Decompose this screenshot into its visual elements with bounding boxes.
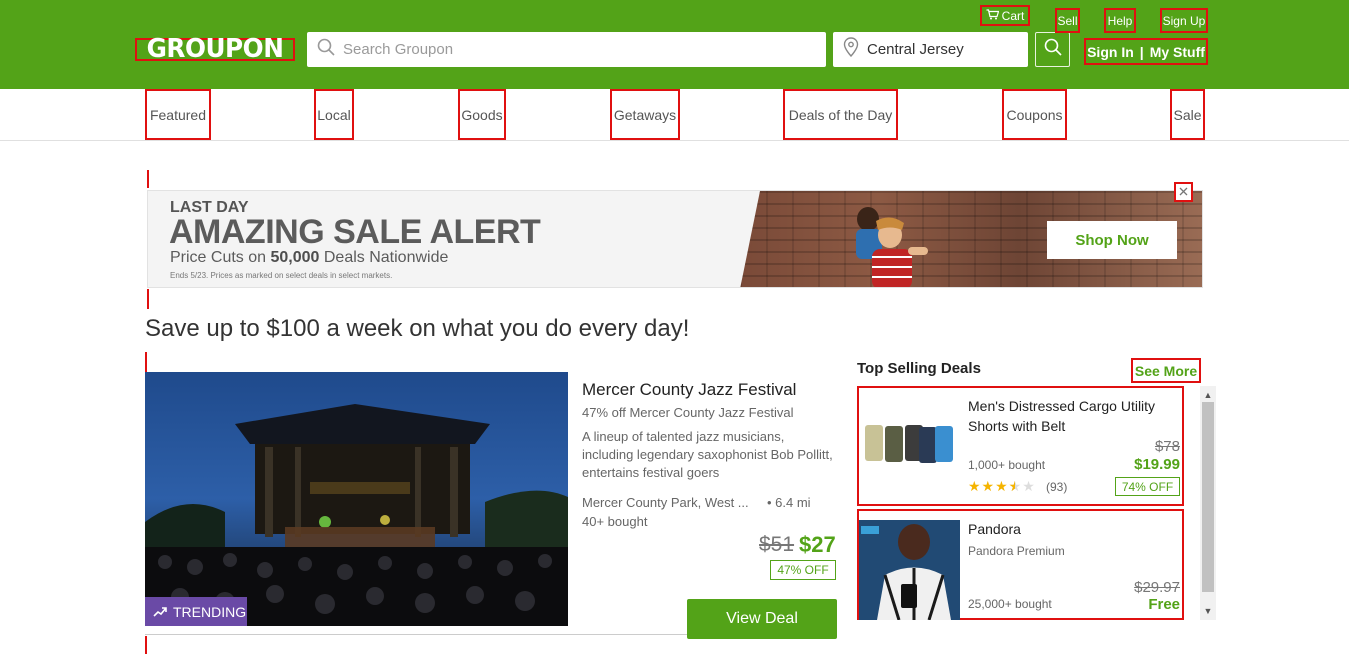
help-link[interactable]: Help [1104,8,1136,33]
close-icon [1179,183,1188,201]
trending-badge: TRENDING [145,597,247,626]
nav-getaways[interactable]: Getaways [610,89,680,140]
deal-original-price: $51 [759,533,795,556]
location-input[interactable] [867,41,1028,58]
card-price: Free [1148,596,1180,613]
nav-deals-of-the-day[interactable]: Deals of the Day [783,89,898,140]
cart-link[interactable]: Cart [980,5,1030,26]
card-title: Men's Distressed Cargo Utility Shorts wi… [968,398,1156,434]
card-price: $19.99 [1134,456,1180,473]
rating-stars: ★★★★★★ [968,478,1036,494]
see-more-link[interactable]: See More [1131,358,1201,383]
sale-banner[interactable]: LAST DAY AMAZING SALE ALERT Price Cuts o… [147,190,1203,288]
card-bought-count: 25,000+ bought [968,597,1052,611]
search-icon [1044,38,1062,61]
card-title: Pandora [968,521,1021,537]
deal-image[interactable] [145,372,568,626]
rating-count: (93) [1046,480,1068,494]
deal-title[interactable]: Mercer County Jazz Festival [582,380,837,400]
deal-price: $27 [799,532,836,557]
card-original-price: $78 [1154,438,1180,455]
nav-coupons[interactable]: Coupons [1002,89,1067,140]
nav-sale[interactable]: Sale [1170,89,1205,140]
scroll-thumb[interactable] [1202,402,1214,592]
site-header: GROUPON Cart Sell Help Sign Up Sign In |… [0,0,1349,89]
cargo-shorts-image [859,393,960,491]
search-box[interactable] [307,32,826,67]
separator: | [1139,43,1144,60]
sell-link[interactable]: Sell [1055,8,1080,33]
search-input[interactable] [343,41,826,58]
my-stuff-link[interactable]: My Stuff [1150,44,1205,60]
card-discount-badge: 74% OFF [1115,477,1180,496]
banner-title: AMAZING SALE ALERT [169,213,541,251]
marker [145,636,147,654]
card-original-price: $29.97 [1134,579,1180,596]
card-bought-count: 1,000+ bought [968,458,1046,472]
search-button[interactable] [1035,32,1070,67]
sign-in-link[interactable]: Sign In [1087,44,1134,60]
sidebar-scrollbar[interactable]: ▲ ▼ [1200,386,1216,620]
deal-bought-count: 40+ bought [582,514,648,529]
people-image [856,207,928,287]
top-selling-title: Top Selling Deals [857,360,981,377]
nav-goods[interactable]: Goods [458,89,506,140]
banner-fine-print: Ends 5/23. Prices as marked on select de… [170,271,393,280]
divider [145,634,687,635]
sign-up-link[interactable]: Sign Up [1160,8,1208,33]
top-deal-card[interactable]: Men's Distressed Cargo Utility Shorts wi… [857,386,1184,506]
trending-arrow-icon [153,604,167,620]
deal-info: Mercer County Jazz Festival 47% off Merc… [582,380,837,482]
location-pin-icon [843,37,859,62]
deal-discount-badge: 47% OFF [770,560,836,580]
deal-description: A lineup of talented jazz musicians, inc… [582,429,833,480]
nav-featured[interactable]: Featured [145,89,211,140]
category-nav: Featured Local Goods Getaways Deals of t… [0,89,1349,141]
deal-subtitle: 47% off Mercer County Jazz Festival [582,405,794,420]
deal-distance: • 6.4 mi [767,495,811,510]
banner-subtitle: Price Cuts on 50,000 Deals Nationwide [170,249,449,266]
cart-label: Cart [1001,8,1025,23]
marker [145,352,147,372]
scroll-up-icon[interactable]: ▲ [1200,388,1216,402]
marker [147,170,149,188]
deal-location: Mercer County Park, West ... [582,495,749,510]
location-box[interactable] [833,32,1028,67]
page-headline: Save up to $100 a week on what you do ev… [145,315,690,342]
pandora-image [859,520,960,620]
account-links[interactable]: Sign In | My Stuff [1084,38,1208,65]
nav-local[interactable]: Local [314,89,354,140]
shop-now-button[interactable]: Shop Now [1047,221,1177,259]
top-deal-card[interactable]: Pandora Pandora Premium $29.97 25,000+ b… [857,509,1184,620]
close-banner-button[interactable] [1174,182,1193,202]
marker [147,289,149,309]
groupon-logo[interactable]: GROUPON [135,36,295,62]
cart-icon [986,8,999,23]
card-subtitle: Pandora Premium [968,544,1065,558]
view-deal-button[interactable]: View Deal [687,599,837,639]
search-icon [317,38,335,61]
scroll-down-icon[interactable]: ▼ [1200,604,1216,618]
